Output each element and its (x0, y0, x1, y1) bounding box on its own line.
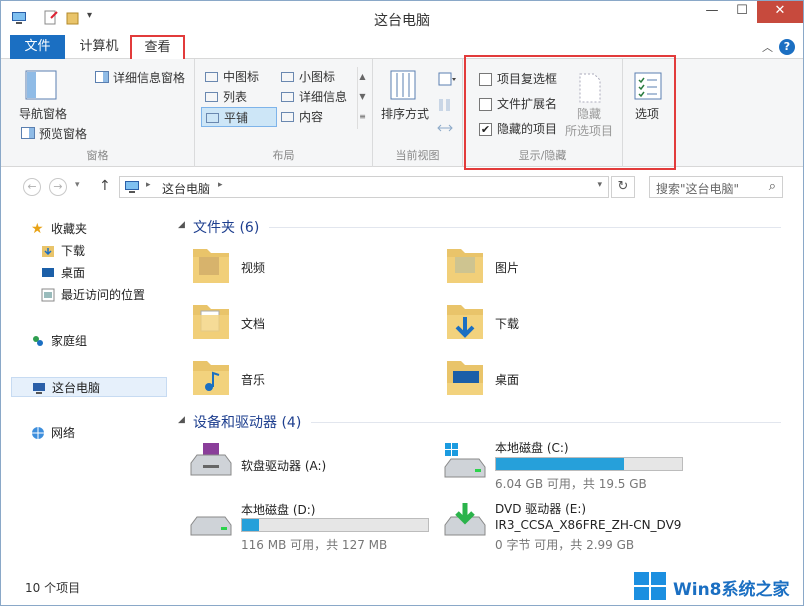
layout-details[interactable]: 详细信息 (277, 87, 357, 107)
list-icon (205, 92, 218, 102)
sort-button[interactable]: 排序方式 (381, 105, 429, 122)
documents-folder-icon (193, 305, 229, 339)
layout-content[interactable]: 内容 (277, 107, 357, 127)
search-input[interactable]: 搜索"这台电脑" ⌕ (649, 176, 783, 198)
layout-tiles[interactable]: 平铺 (201, 107, 277, 127)
pc-icon (125, 181, 139, 193)
tab-file[interactable]: 文件 (10, 35, 65, 59)
downloads-folder-icon (447, 305, 483, 339)
floppy-drive-icon (190, 443, 232, 476)
layout-small-icons[interactable]: 小图标 (277, 67, 357, 87)
fit-columns-icon[interactable] (437, 121, 453, 135)
recent-places-icon (41, 288, 55, 302)
homegroup-icon (33, 336, 43, 346)
explorer-window: ▾ 这台电脑 — ☐ ✕ 文件 计算机 查看 ︿ ? 导航窗格 预览窗格 详细信… (0, 0, 804, 606)
pictures-folder-icon (447, 249, 483, 283)
forward-button[interactable]: → (49, 178, 67, 196)
folders-divider (269, 227, 781, 228)
group-current-view: 排序方式 当前视图 (373, 59, 463, 167)
nav-homegroup[interactable]: 家庭组 (11, 331, 167, 351)
add-columns-icon[interactable] (437, 97, 453, 113)
windows-logo-icon (634, 572, 666, 600)
medium-icons-icon (205, 72, 218, 82)
devices-divider (311, 422, 781, 423)
close-button[interactable]: ✕ (757, 1, 803, 23)
details-icon (281, 92, 294, 102)
recent-locations-icon[interactable]: ▾ (75, 180, 80, 190)
nav-desktop[interactable]: 桌面 (11, 263, 167, 283)
item-count: 10 个项目 (25, 581, 81, 595)
window-title: 这台电脑 (374, 13, 430, 29)
address-input[interactable]: ▸ 这台电脑 ▸ ▾ (119, 176, 609, 198)
details-pane-icon (95, 71, 109, 83)
dvd-drive-icon (444, 503, 486, 536)
refresh-button[interactable]: ↻ (611, 176, 635, 198)
devices-header[interactable]: 设备和驱动器 (4) (193, 412, 301, 432)
star-icon: ★ (31, 221, 44, 237)
nav-recent[interactable]: 最近访问的位置 (11, 285, 167, 305)
title-bar: ▾ 这台电脑 — ☐ ✕ (1, 1, 803, 35)
show-hide-highlight (464, 55, 676, 170)
tiles-icon (206, 113, 219, 123)
group-panes: 导航窗格 预览窗格 详细信息窗格 窗格 (1, 59, 195, 167)
content-icon (281, 112, 294, 122)
search-placeholder: 搜索"这台电脑" (656, 182, 740, 196)
music-folder-icon (193, 361, 229, 395)
ribbon: 导航窗格 预览窗格 详细信息窗格 窗格 布局 中图标 小图标 列表 详细信息 平… (1, 59, 803, 167)
small-icons-icon (281, 72, 294, 82)
layout-medium-icons[interactable]: 中图标 (201, 67, 277, 87)
breadcrumb[interactable]: 这台电脑 (162, 180, 210, 197)
drive-d-usage-fill (242, 519, 259, 531)
nav-network[interactable]: 网络 (11, 423, 167, 443)
videos-folder-icon (193, 249, 229, 283)
address-bar-row: ← → ▾ ↑ ▸ 这台电脑 ▸ ▾ ↻ 搜索"这台电脑" ⌕ (1, 173, 803, 201)
group-label-layout: 布局 (272, 149, 295, 162)
navigation-pane: ★ 收藏夹 下载 桌面 最近访问的位置 家庭组 这台电脑 网络 (1, 209, 171, 569)
nav-pane-button[interactable]: 导航窗格 (19, 105, 67, 122)
search-icon[interactable]: ⌕ (769, 179, 776, 194)
breadcrumb-chevron-icon[interactable]: ▸ (218, 180, 223, 190)
tab-computer[interactable]: 计算机 (73, 35, 125, 59)
back-button[interactable]: ← (23, 178, 41, 196)
local-drive-icon (190, 516, 232, 536)
up-arrow-icon[interactable]: ↑ (99, 178, 111, 194)
system-drive-icon (444, 443, 486, 478)
folders-header[interactable]: 文件夹 (6) (193, 217, 259, 237)
nav-pane-icon[interactable] (25, 69, 57, 101)
group-by-icon[interactable] (437, 71, 457, 87)
status-bar: 10 个项目 Win8系统之家 (1, 572, 803, 605)
group-label-panes: 窗格 (86, 149, 109, 162)
collapse-folders-icon[interactable]: ◢ (178, 220, 185, 230)
downloads-folder-icon (42, 246, 54, 257)
preview-pane-icon (21, 127, 35, 139)
layout-gallery: 中图标 小图标 列表 详细信息 平铺 内容 ▲ ▼ ≡ (201, 67, 367, 129)
group-label-current-view: 当前视图 (395, 149, 440, 162)
details-pane-button[interactable]: 详细信息窗格 (113, 69, 185, 86)
help-icon[interactable]: ? (779, 39, 795, 55)
nav-favorites[interactable]: ★ 收藏夹 (11, 219, 167, 239)
drive-c-usage-fill (496, 458, 625, 470)
ribbon-tabs: 文件 计算机 查看 ︿ ? (1, 35, 803, 60)
network-icon (32, 427, 44, 439)
layout-list[interactable]: 列表 (201, 87, 277, 107)
address-dropdown-icon[interactable]: ▾ (597, 180, 602, 190)
pc-icon (33, 383, 45, 394)
nav-this-pc[interactable]: 这台电脑 (11, 377, 167, 397)
maximize-button[interactable]: ☐ (727, 1, 757, 23)
drive-c-usage-bar (495, 457, 683, 471)
collapse-devices-icon[interactable]: ◢ (178, 415, 185, 425)
drive-d-usage-bar (241, 518, 429, 532)
watermark: Win8系统之家 (629, 569, 799, 603)
chevron-up-icon[interactable]: ︿ (762, 39, 773, 55)
minimize-button[interactable]: — (697, 1, 727, 23)
watermark-text: Win8系统之家 (673, 580, 790, 600)
tab-view[interactable]: 查看 (130, 35, 185, 60)
preview-pane-button[interactable]: 预览窗格 (39, 125, 87, 142)
breadcrumb-chevron-icon[interactable]: ▸ (146, 180, 151, 190)
desktop-icon (42, 268, 54, 277)
desktop-folder-icon (447, 361, 483, 395)
layout-scroll[interactable]: ▲ ▼ ≡ (357, 67, 367, 129)
nav-downloads[interactable]: 下载 (11, 241, 167, 261)
sort-icon (390, 70, 416, 100)
